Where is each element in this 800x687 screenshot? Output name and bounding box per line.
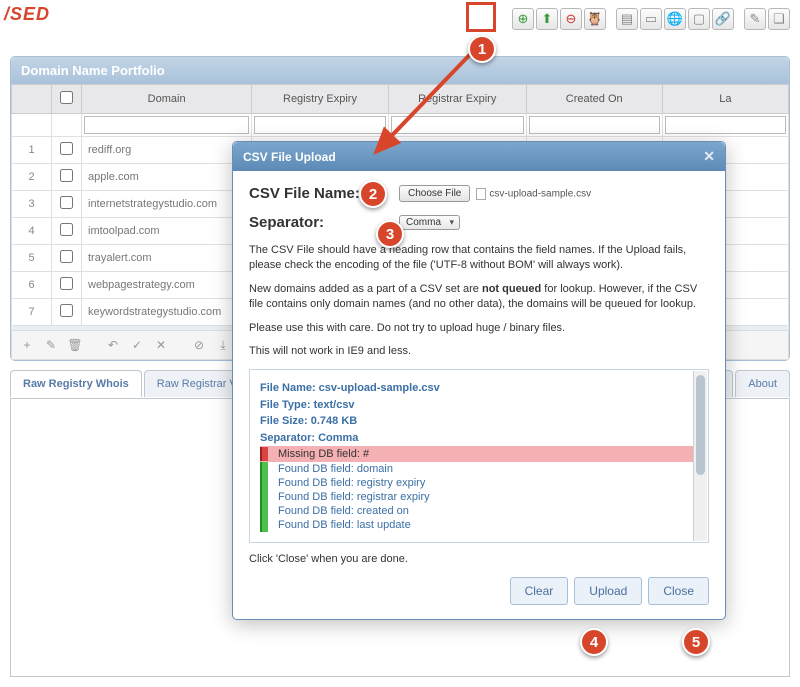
- log-header: File Name: csv-upload-sample.csv File Ty…: [260, 380, 698, 446]
- log-found-line: Found DB field: domain: [260, 462, 698, 476]
- action-tag[interactable]: ⊘: [190, 337, 208, 353]
- cell-domain: keywordstrategystudio.com: [82, 299, 252, 326]
- app-logo: /SED: [4, 4, 50, 25]
- log-found-line: Found DB field: created on: [260, 504, 698, 518]
- delete-button[interactable]: ⊖: [560, 8, 582, 30]
- selected-file: csv-upload-sample.csv: [476, 188, 591, 200]
- close-button[interactable]: Close: [648, 577, 709, 605]
- row-check[interactable]: [60, 277, 73, 290]
- dialog-help-text: The CSV File should have a heading row t…: [249, 243, 709, 359]
- csv-upload-dialog: CSV File Upload ✕ CSV File Name: Choose …: [232, 141, 726, 620]
- upload-button[interactable]: ⬆: [536, 8, 558, 30]
- col-registry[interactable]: Registry Expiry: [252, 85, 388, 114]
- header-row: Domain Registry Expiry Registrar Expiry …: [12, 85, 789, 114]
- action-delete[interactable]: 🗑: [66, 337, 84, 353]
- col-created[interactable]: Created On: [526, 85, 662, 114]
- error-bar-icon: [260, 447, 268, 461]
- dialog-footer: Clear Upload Close: [249, 577, 709, 605]
- row-num: 7: [12, 299, 52, 326]
- callout-3: 3: [376, 220, 404, 248]
- ok-bar-icon: [260, 504, 268, 518]
- callout-5: 5: [682, 628, 710, 656]
- callout-2: 2: [359, 180, 387, 208]
- callout-1: 1: [468, 35, 496, 63]
- col-last[interactable]: La: [662, 85, 788, 114]
- log-found-line: Found DB field: registry expiry: [260, 476, 698, 490]
- row-check[interactable]: [60, 250, 73, 263]
- panel-title: Domain Name Portfolio: [11, 57, 789, 84]
- action-download[interactable]: ⤓: [214, 337, 232, 353]
- row-check[interactable]: [60, 196, 73, 209]
- filter-created[interactable]: [529, 116, 660, 134]
- tab-registry-whois[interactable]: Raw Registry Whois: [10, 370, 142, 397]
- row-check[interactable]: [60, 169, 73, 182]
- row-check[interactable]: [60, 142, 73, 155]
- row-num: 5: [12, 245, 52, 272]
- cell-domain: rediff.org: [82, 137, 252, 164]
- tab-about[interactable]: About: [735, 370, 790, 397]
- action-check[interactable]: ✓: [128, 337, 146, 353]
- col-domain[interactable]: Domain: [82, 85, 252, 114]
- done-text: Click 'Close' when you are done.: [249, 553, 709, 565]
- filter-registry[interactable]: [254, 116, 385, 134]
- dialog-title: CSV File Upload: [243, 150, 336, 164]
- mobile-button[interactable]: ❏: [768, 8, 790, 30]
- row-num: 6: [12, 272, 52, 299]
- clear-button[interactable]: Clear: [510, 577, 569, 605]
- file-icon: [476, 188, 486, 200]
- separator-select[interactable]: Comma: [399, 215, 460, 230]
- filter-row: [12, 114, 789, 137]
- row-check[interactable]: [60, 304, 73, 317]
- action-add[interactable]: +: [18, 337, 36, 353]
- ok-bar-icon: [260, 518, 268, 532]
- annotation-highlight-1: [466, 2, 496, 32]
- row-num: 3: [12, 191, 52, 218]
- row-num: 1: [12, 137, 52, 164]
- upload-submit-button[interactable]: Upload: [574, 577, 642, 605]
- log-scrollbar[interactable]: [693, 371, 707, 541]
- filter-registrar[interactable]: [391, 116, 524, 134]
- dialog-close-icon[interactable]: ✕: [703, 148, 715, 165]
- cell-domain: imtoolpad.com: [82, 218, 252, 245]
- grid-button[interactable]: ▤: [616, 8, 638, 30]
- ok-bar-icon: [260, 490, 268, 504]
- ok-bar-icon: [260, 476, 268, 490]
- link-button[interactable]: 🔗: [712, 8, 734, 30]
- upload-log: File Name: csv-upload-sample.csv File Ty…: [249, 369, 709, 543]
- action-cancel[interactable]: ✕: [152, 337, 170, 353]
- choose-file-button[interactable]: Choose File: [399, 185, 470, 202]
- filter-domain[interactable]: [84, 116, 249, 134]
- log-found-line: Found DB field: last update: [260, 518, 698, 532]
- filter-last[interactable]: [665, 116, 786, 134]
- action-edit[interactable]: ✎: [42, 337, 60, 353]
- note-button[interactable]: ▭: [640, 8, 662, 30]
- scrollbar-thumb[interactable]: [696, 375, 705, 475]
- row-num: 2: [12, 164, 52, 191]
- top-toolbar: ⊕ ⬆ ⊖ 🦉 ▤ ▭ 🌐 ▢ 🔗 ✎ ❏: [512, 8, 790, 30]
- cell-domain: trayalert.com: [82, 245, 252, 272]
- callout-4: 4: [580, 628, 608, 656]
- col-check-all[interactable]: [52, 85, 82, 114]
- dialog-titlebar[interactable]: CSV File Upload ✕: [233, 142, 725, 171]
- cell-domain: apple.com: [82, 164, 252, 191]
- row-check[interactable]: [60, 223, 73, 236]
- dialog-body: CSV File Name: Choose File csv-upload-sa…: [233, 171, 725, 619]
- action-undo[interactable]: ↶: [104, 337, 122, 353]
- pencil-button[interactable]: ✎: [744, 8, 766, 30]
- check-all[interactable]: [60, 91, 73, 104]
- globe-button[interactable]: 🌐: [664, 8, 686, 30]
- owl-button[interactable]: 🦉: [584, 8, 606, 30]
- col-registrar[interactable]: Registrar Expiry: [388, 85, 526, 114]
- col-num[interactable]: [12, 85, 52, 114]
- ok-bar-icon: [260, 462, 268, 476]
- box-button[interactable]: ▢: [688, 8, 710, 30]
- row-num: 4: [12, 218, 52, 245]
- add-button[interactable]: ⊕: [512, 8, 534, 30]
- log-error-line: Missing DB field: #: [260, 446, 698, 462]
- cell-domain: webpagestrategy.com: [82, 272, 252, 299]
- log-found-line: Found DB field: registrar expiry: [260, 490, 698, 504]
- cell-domain: internetstrategystudio.com: [82, 191, 252, 218]
